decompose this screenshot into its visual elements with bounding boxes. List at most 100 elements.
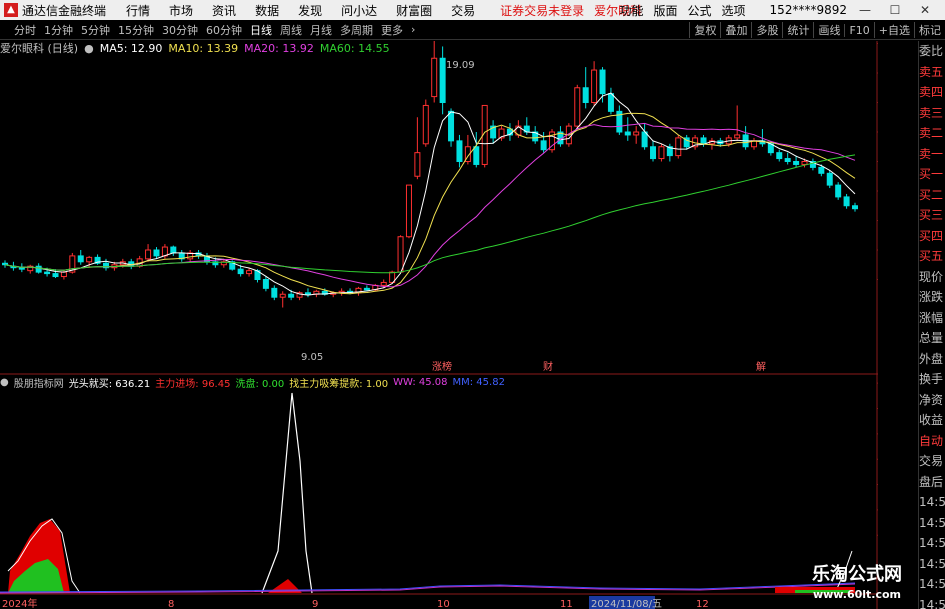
- maximize-icon[interactable]: ☐: [885, 3, 905, 17]
- candle-body[interactable]: [734, 134, 741, 139]
- side-row[interactable]: 自动: [919, 431, 945, 452]
- side-row: 收益: [919, 413, 944, 427]
- candle-body[interactable]: [826, 172, 833, 186]
- candle-body[interactable]: [835, 184, 842, 198]
- candle-body[interactable]: [279, 293, 286, 298]
- candle-body[interactable]: [145, 249, 152, 260]
- tag-finance[interactable]: 财: [543, 360, 553, 373]
- menu-wealth[interactable]: 财富圈: [396, 2, 432, 19]
- candle-body[interactable]: [439, 57, 446, 103]
- tool-f10[interactable]: F10: [844, 23, 873, 37]
- candle-body[interactable]: [843, 196, 850, 207]
- candle-body[interactable]: [574, 87, 581, 127]
- tab-30min[interactable]: 30分钟: [158, 22, 202, 38]
- candle-body[interactable]: [641, 131, 648, 148]
- candle-body[interactable]: [170, 246, 177, 254]
- tag-limit-up[interactable]: 涨榜: [432, 360, 452, 373]
- legend-toggle-icon[interactable]: ●: [84, 42, 94, 55]
- menu-formula[interactable]: 公式: [688, 2, 712, 19]
- tab-5min[interactable]: 5分钟: [77, 22, 114, 38]
- tab-15min[interactable]: 15分钟: [114, 22, 158, 38]
- candle-body[interactable]: [304, 292, 311, 295]
- candle-body[interactable]: [414, 152, 421, 177]
- tool-overlay[interactable]: 叠加: [720, 22, 751, 38]
- candle-body[interactable]: [624, 131, 631, 136]
- menu-news[interactable]: 资讯: [212, 2, 236, 19]
- candle-body[interactable]: [456, 140, 463, 162]
- candle-body[interactable]: [380, 281, 387, 286]
- xaxis-label-11: 11: [560, 599, 573, 609]
- candle-body[interactable]: [448, 110, 455, 142]
- candle-body[interactable]: [271, 287, 278, 298]
- candle-body[interactable]: [633, 131, 640, 136]
- candle-body[interactable]: [540, 140, 547, 151]
- menu-options[interactable]: 选项: [722, 2, 746, 19]
- tag-unlock[interactable]: 解: [756, 360, 766, 373]
- candle-body[interactable]: [658, 146, 665, 160]
- candle-body[interactable]: [675, 137, 682, 157]
- candle-body[interactable]: [776, 152, 783, 160]
- candle-body[interactable]: [44, 271, 51, 275]
- tool-mark[interactable]: 标记: [914, 22, 945, 38]
- candle-body[interactable]: [405, 184, 412, 238]
- tab-more[interactable]: 更多: [377, 22, 407, 38]
- menu-quotes[interactable]: 行情: [126, 2, 150, 19]
- chevron-right-icon[interactable]: ›: [407, 23, 419, 36]
- trade-login-warning[interactable]: 证券交易未登录: [500, 2, 584, 19]
- candle-body[interactable]: [431, 57, 438, 98]
- candle-body[interactable]: [86, 256, 93, 263]
- candle-body[interactable]: [700, 137, 707, 145]
- minimize-icon[interactable]: —: [855, 3, 875, 17]
- tab-weekly[interactable]: 周线: [276, 22, 306, 38]
- menu-ask[interactable]: 问小达: [341, 2, 377, 19]
- candle-body[interactable]: [801, 161, 808, 165]
- tab-multi-period[interactable]: 多周期: [336, 22, 377, 38]
- candle-body[interactable]: [246, 270, 253, 275]
- candle-body[interactable]: [18, 267, 25, 270]
- account-label[interactable]: 152****9892: [770, 3, 847, 17]
- candle-body[interactable]: [288, 293, 295, 298]
- title-right: 功能 版面 公式 选项 152****9892 — ☐ ✕: [619, 0, 945, 20]
- tab-daily[interactable]: 日线: [246, 22, 276, 38]
- candle-body[interactable]: [793, 161, 800, 165]
- tab-timeshare[interactable]: 分时: [10, 22, 40, 38]
- menu-function[interactable]: 功能: [619, 2, 643, 19]
- candle-body[interactable]: [818, 166, 825, 174]
- candle-body[interactable]: [35, 265, 42, 273]
- candle-body[interactable]: [422, 104, 429, 145]
- indicator-item4: 找主力吸筹提款: 1.00: [289, 378, 389, 390]
- tab-60min[interactable]: 60分钟: [202, 22, 246, 38]
- candle-body[interactable]: [591, 69, 598, 103]
- tool-adjust[interactable]: 复权: [689, 22, 720, 38]
- menu-market[interactable]: 市场: [169, 2, 193, 19]
- candle-body[interactable]: [784, 158, 791, 163]
- candle-body[interactable]: [237, 268, 244, 275]
- candle-body[interactable]: [607, 93, 614, 112]
- menu-discover[interactable]: 发现: [298, 2, 322, 19]
- menu-data[interactable]: 数据: [255, 2, 279, 19]
- candle-body[interactable]: [60, 271, 67, 278]
- tool-multi-stock[interactable]: 多股: [751, 22, 782, 38]
- tool-stats[interactable]: 统计: [782, 22, 813, 38]
- candle-body[interactable]: [77, 255, 84, 263]
- tab-1min[interactable]: 1分钟: [40, 22, 77, 38]
- candle-body[interactable]: [599, 69, 606, 95]
- menu-layout[interactable]: 版面: [654, 2, 678, 19]
- menu-trade[interactable]: 交易: [451, 2, 475, 19]
- candle-body[interactable]: [397, 236, 404, 273]
- candle-body[interactable]: [2, 262, 8, 266]
- candle-body[interactable]: [582, 87, 589, 103]
- candle-body[interactable]: [650, 146, 657, 160]
- candle-body[interactable]: [262, 279, 269, 289]
- candle-body[interactable]: [363, 287, 370, 291]
- candle-body[interactable]: [52, 273, 59, 278]
- tool-draw[interactable]: 画线: [813, 22, 844, 38]
- candle-body[interactable]: [153, 249, 160, 257]
- close-icon[interactable]: ✕: [915, 3, 935, 17]
- indicator-toggle-icon[interactable]: ●: [0, 377, 9, 388]
- tool-add-watchlist[interactable]: +自选: [873, 22, 914, 38]
- candle-body[interactable]: [473, 146, 480, 165]
- tab-monthly[interactable]: 月线: [306, 22, 336, 38]
- kline-chart[interactable]: 18.0017.0016.0015.0014.0013.0012.0011.00…: [0, 41, 878, 609]
- candle-body[interactable]: [852, 205, 858, 210]
